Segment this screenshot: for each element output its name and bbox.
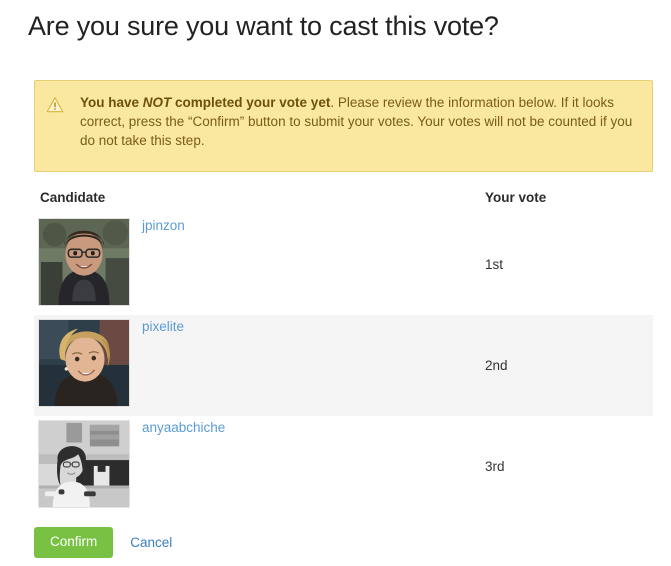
- vote-summary-table: Candidate Your vote jpinzon 1st pixelite…: [34, 186, 653, 517]
- alert-lead-end: completed your vote yet: [171, 95, 331, 110]
- vote-rank-cell: 2nd: [479, 315, 653, 416]
- table-row: anyaabchiche 3rd: [34, 416, 653, 517]
- avatar: [38, 319, 130, 407]
- table-row: pixelite 2nd: [34, 315, 653, 416]
- candidate-link[interactable]: pixelite: [142, 319, 184, 334]
- alert-lead-start: You have: [80, 95, 143, 110]
- candidate-cell: anyaabchiche: [34, 416, 479, 517]
- column-header-your-vote: Your vote: [485, 190, 547, 205]
- warning-triangle-icon: [46, 96, 64, 114]
- avatar: [38, 420, 130, 508]
- candidate-cell: pixelite: [34, 315, 479, 416]
- table-row: jpinzon 1st: [34, 214, 653, 315]
- column-header-candidate: Candidate: [40, 190, 106, 205]
- candidate-link[interactable]: jpinzon: [142, 218, 185, 233]
- alert-lead-emphasis: NOT: [142, 95, 172, 110]
- candidate-link[interactable]: anyaabchiche: [142, 420, 225, 435]
- page-title: Are you sure you want to cast this vote?: [28, 11, 499, 41]
- confirm-button[interactable]: Confirm: [34, 527, 114, 558]
- vote-rank-cell: 3rd: [479, 416, 653, 517]
- confirm-vote-page: Are you sure you want to cast this vote?…: [0, 0, 671, 566]
- candidate-cell: jpinzon: [34, 214, 479, 315]
- warning-alert-text: You have NOT completed your vote yet. Pl…: [80, 93, 638, 150]
- table-header-row: Candidate Your vote: [34, 186, 653, 214]
- warning-alert: You have NOT completed your vote yet. Pl…: [34, 80, 653, 172]
- avatar: [38, 218, 130, 306]
- form-actions: Confirm Cancel: [34, 527, 172, 558]
- cancel-link[interactable]: Cancel: [130, 535, 172, 550]
- vote-rank-cell: 1st: [479, 214, 653, 315]
